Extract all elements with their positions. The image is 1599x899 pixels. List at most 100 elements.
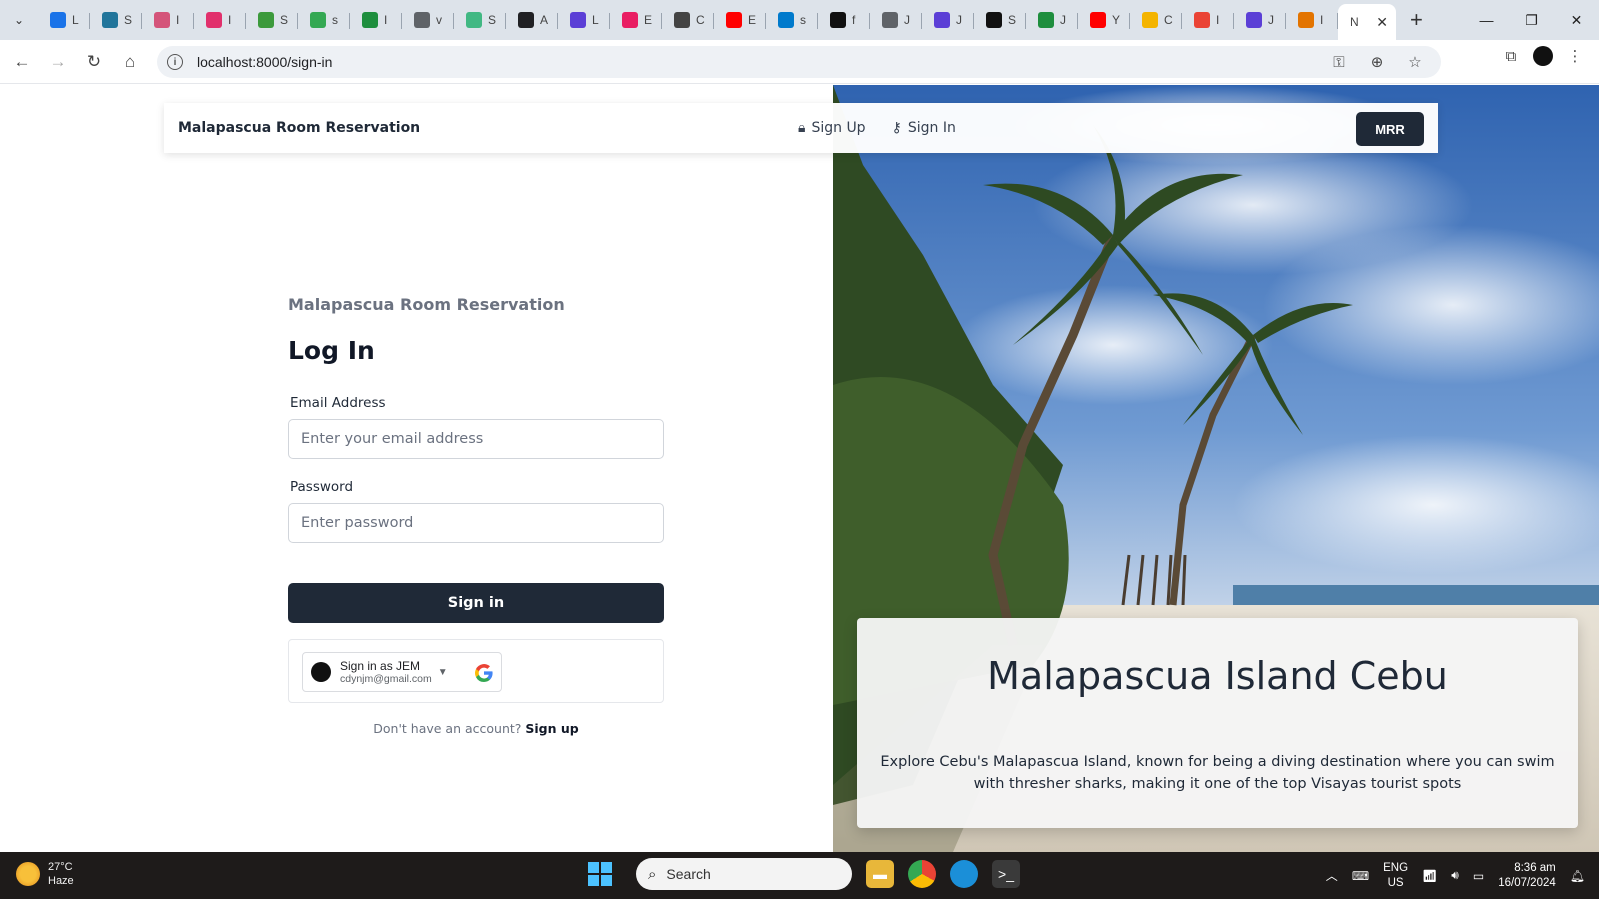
email-input[interactable] bbox=[288, 419, 664, 459]
tab-active[interactable]: N ✕ bbox=[1338, 4, 1396, 40]
browser-tab[interactable]: L bbox=[38, 4, 90, 36]
minimize-button[interactable]: — bbox=[1464, 0, 1509, 40]
tab-title: L bbox=[72, 13, 79, 27]
notification-bell-icon[interactable]: 🔔︎ bbox=[1570, 869, 1585, 883]
menu-kebab-icon[interactable]: ⋮ bbox=[1563, 44, 1587, 68]
email-label: Email Address bbox=[290, 395, 386, 411]
tab-title: f bbox=[852, 13, 856, 27]
weather-widget[interactable]: 27°C Haze bbox=[16, 860, 74, 888]
window-controls: — ❐ ✕ bbox=[1464, 0, 1599, 40]
close-tab-icon[interactable]: ✕ bbox=[1376, 14, 1388, 31]
clock[interactable]: 8:36 am 16/07/2024 bbox=[1498, 861, 1556, 891]
browser-tab[interactable]: J bbox=[1234, 4, 1286, 36]
clock-date: 16/07/2024 bbox=[1498, 876, 1556, 889]
forward-button[interactable]: → bbox=[40, 44, 76, 80]
wifi-icon[interactable]: 📶︎ bbox=[1422, 869, 1437, 883]
threads-icon bbox=[986, 12, 1002, 28]
browser-tab[interactable]: S bbox=[974, 4, 1026, 36]
browser-tab[interactable]: J bbox=[1026, 4, 1078, 36]
tab-title: J bbox=[956, 13, 962, 27]
address-bar[interactable]: i localhost:8000/sign-in ⚿ ⊕ ☆ bbox=[157, 46, 1441, 78]
tiktok-icon bbox=[830, 12, 846, 28]
tab-title: E bbox=[644, 13, 653, 27]
password-label: Password bbox=[290, 479, 354, 495]
new-tab-button[interactable]: + bbox=[1410, 9, 1423, 31]
browser-tab-strip: ⌄ L S I I Ss Iv S A L E C Es f J J S J Y C I J I N ✕ + — ❐ ✕ bbox=[0, 0, 1599, 40]
sign-in-button[interactable]: Sign in bbox=[288, 583, 664, 623]
browser-tab[interactable]: S bbox=[454, 4, 506, 36]
browser-tab[interactable]: S bbox=[90, 4, 142, 36]
chrome-icon[interactable] bbox=[908, 860, 936, 888]
mrr-button[interactable]: MRR bbox=[1356, 112, 1424, 146]
google-signin-button[interactable]: Sign in as JEM cdynjm@gmail.com ▼ bbox=[302, 652, 502, 692]
nav-signup-link[interactable]: 🔒︎ Sign Up bbox=[798, 120, 866, 136]
tab-title: I bbox=[176, 13, 180, 27]
browser-tab[interactable]: I bbox=[1286, 4, 1338, 36]
browser-tab[interactable]: f bbox=[818, 4, 870, 36]
browser-tab[interactable]: s bbox=[766, 4, 818, 36]
tab-search-button[interactable]: ⌄ bbox=[8, 9, 30, 31]
google-account-name: Sign in as JEM bbox=[340, 659, 421, 673]
home-button[interactable]: ⌂ bbox=[112, 44, 148, 80]
browser-tab[interactable]: I bbox=[1182, 4, 1234, 36]
chart-icon bbox=[362, 12, 378, 28]
browser-tab[interactable]: s bbox=[298, 4, 350, 36]
browser-tab[interactable]: v bbox=[402, 4, 454, 36]
tab-title: I bbox=[1320, 13, 1324, 27]
tab-title: L bbox=[592, 13, 599, 27]
browser-tab[interactable]: A bbox=[506, 4, 558, 36]
tab-list: L S I I Ss Iv S A L E C Es f J J S J Y C I J I bbox=[38, 0, 1338, 40]
browser-tab[interactable]: I bbox=[142, 4, 194, 36]
zoom-icon[interactable]: ⊕ bbox=[1365, 50, 1389, 74]
browser-tab[interactable]: C bbox=[1130, 4, 1182, 36]
browser-tab[interactable]: Y bbox=[1078, 4, 1130, 36]
brand-link[interactable]: Malapascua Room Reservation bbox=[178, 120, 420, 136]
url-text[interactable]: localhost:8000/sign-in bbox=[197, 54, 332, 70]
chevron-up-icon[interactable]: ︿ bbox=[1326, 867, 1338, 884]
file-explorer-icon[interactable]: ▬ bbox=[866, 860, 894, 888]
browser-tab[interactable]: C bbox=[662, 4, 714, 36]
browser-tab[interactable]: I bbox=[350, 4, 402, 36]
sun-haze-icon bbox=[16, 862, 40, 886]
battery-icon[interactable]: ▭ bbox=[1473, 869, 1484, 883]
browser-tab[interactable]: E bbox=[610, 4, 662, 36]
leaf-icon bbox=[258, 12, 274, 28]
gmail-icon bbox=[1194, 12, 1210, 28]
weather-condition: Haze bbox=[48, 875, 74, 887]
search-icon: ⌕ bbox=[648, 865, 657, 883]
browser-tab[interactable]: I bbox=[194, 4, 246, 36]
profile-avatar[interactable] bbox=[1533, 46, 1553, 66]
browser-tab[interactable]: J bbox=[870, 4, 922, 36]
reload-button[interactable]: ↻ bbox=[76, 44, 112, 80]
reload-icon: ↻ bbox=[86, 51, 102, 71]
globe-icon bbox=[414, 12, 430, 28]
back-button[interactable]: ← bbox=[4, 44, 40, 80]
password-key-icon[interactable]: ⚿ bbox=[1327, 50, 1351, 74]
nav-signin-link[interactable]: ⚷ Sign In bbox=[892, 120, 956, 136]
browser-tab[interactable]: J bbox=[922, 4, 974, 36]
terminal-icon[interactable]: >_ bbox=[992, 860, 1020, 888]
bookmark-star-icon[interactable]: ☆ bbox=[1403, 50, 1427, 74]
hero-title: Malapascua Island Cebu bbox=[987, 654, 1448, 698]
start-button[interactable] bbox=[588, 862, 612, 886]
close-window-button[interactable]: ✕ bbox=[1554, 0, 1599, 40]
taskbar-search-label: Search bbox=[666, 866, 711, 882]
tab-title: s bbox=[332, 13, 338, 27]
volume-icon[interactable]: 🔊︎ bbox=[1451, 868, 1459, 883]
browser-tab[interactable]: S bbox=[246, 4, 298, 36]
restore-button[interactable]: ❐ bbox=[1509, 0, 1554, 40]
tab-title: I bbox=[1216, 13, 1220, 27]
password-input[interactable] bbox=[288, 503, 664, 543]
extensions-icon[interactable]: ⧉ bbox=[1499, 44, 1523, 68]
taskbar-search[interactable]: ⌕ Search bbox=[636, 858, 852, 890]
keyboard-icon[interactable]: ⌨ bbox=[1352, 869, 1369, 883]
edge-icon[interactable] bbox=[950, 860, 978, 888]
signup-link[interactable]: Sign up bbox=[525, 721, 578, 736]
browser-tab[interactable]: E bbox=[714, 4, 766, 36]
language-indicator[interactable]: ENG US bbox=[1383, 861, 1408, 891]
tab-title: v bbox=[436, 13, 442, 27]
google-account-email: cdynjm@gmail.com bbox=[340, 673, 432, 685]
site-info-icon[interactable]: i bbox=[167, 54, 183, 70]
tab-title: E bbox=[748, 13, 757, 27]
browser-tab[interactable]: L bbox=[558, 4, 610, 36]
